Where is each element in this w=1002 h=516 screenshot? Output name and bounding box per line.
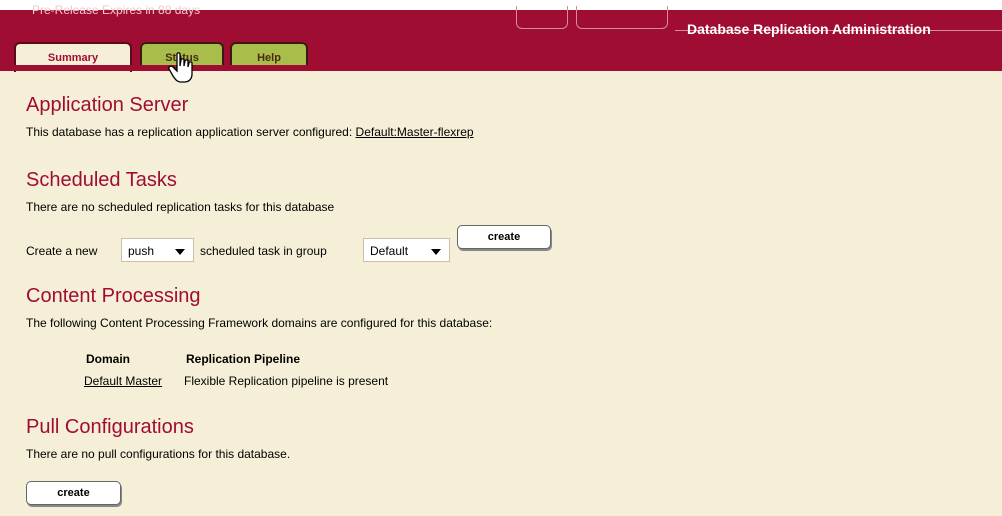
page-background: Pre-Release Expires in 88 days Database …	[0, 3, 1002, 516]
pipeline-column-header: Replication Pipeline	[186, 352, 301, 366]
domain-column-header: Domain	[86, 352, 131, 366]
application-server-link[interactable]: Default:Master-flexrep	[356, 125, 474, 139]
tab-help-label: Help	[257, 52, 281, 64]
app-header: Pre-Release Expires in 88 days Database …	[0, 3, 1002, 72]
content-processing-text: The following Content Processing Framewo…	[26, 316, 493, 330]
chevron-down-icon	[431, 249, 441, 255]
hand-pointer-icon	[168, 52, 193, 83]
chevron-down-icon	[175, 249, 185, 255]
scheduled-tasks-empty-text: There are no scheduled replication tasks…	[26, 200, 335, 214]
app-title: Database Replication Administration	[687, 21, 931, 37]
pipeline-status: Flexible Replication pipeline is present	[184, 374, 389, 388]
create-pull-button[interactable]: create	[26, 481, 121, 505]
tab-summary-label: Summary	[47, 52, 99, 64]
group-value: Default	[370, 244, 409, 258]
scheduled-tasks-heading: Scheduled Tasks	[26, 169, 177, 191]
header-button-right[interactable]	[576, 6, 668, 29]
group-select[interactable]: Default	[363, 238, 450, 262]
application-server-text: This database has a replication applicat…	[26, 125, 474, 139]
pull-configurations-heading: Pull Configurations	[26, 416, 194, 438]
create-task-prefix: Create a new	[26, 244, 98, 258]
content-processing-heading: Content Processing	[26, 285, 201, 307]
task-type-select[interactable]: push	[121, 238, 194, 262]
create-task-middle-text: scheduled task in group	[200, 244, 327, 258]
domain-link[interactable]: Default Master	[84, 374, 162, 388]
application-server-description: This database has a replication applicat…	[26, 125, 353, 139]
header-bottom-border	[0, 65, 1002, 71]
header-button-left[interactable]	[516, 6, 568, 29]
prerelease-notice: Pre-Release Expires in 88 days	[32, 3, 201, 17]
task-type-value: push	[128, 244, 155, 258]
create-task-button[interactable]: create	[457, 225, 551, 249]
pull-configurations-empty-text: There are no pull configurations for thi…	[26, 447, 291, 461]
application-server-heading: Application Server	[26, 94, 189, 116]
